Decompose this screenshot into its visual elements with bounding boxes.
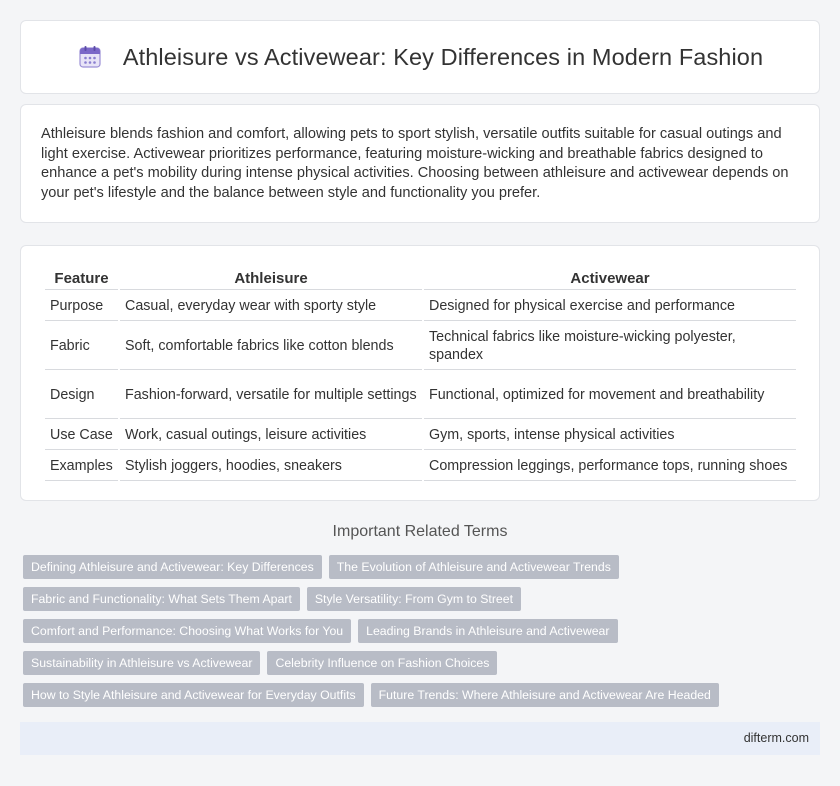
header-activewear: Activewear — [424, 268, 796, 290]
header-card: Athleisure vs Activewear: Key Difference… — [20, 20, 820, 94]
cell-athleisure: Work, casual outings, leisure activities — [120, 421, 422, 450]
related-term-tag[interactable]: Fabric and Functionality: What Sets Them… — [23, 587, 300, 611]
header-athleisure: Athleisure — [120, 268, 422, 290]
tag-row: Defining Athleisure and Activewear: Key … — [23, 555, 823, 579]
table-row: Use Case Work, casual outings, leisure a… — [45, 421, 796, 450]
cell-feature: Use Case — [45, 421, 118, 450]
footer-site-link[interactable]: difterm.com — [744, 731, 809, 745]
intro-paragraph: Athleisure blends fashion and comfort, a… — [41, 126, 789, 201]
cell-feature: Examples — [45, 452, 118, 481]
related-term-tag[interactable]: Sustainability in Athleisure vs Activewe… — [23, 651, 261, 675]
cell-athleisure: Soft, comfortable fabrics like cotton bl… — [120, 323, 422, 370]
table-row: Purpose Casual, everyday wear with sport… — [45, 292, 796, 321]
cell-feature: Fabric — [45, 323, 118, 370]
table-row: Design Fashion-forward, versatile for mu… — [45, 372, 796, 419]
tag-row: Comfort and Performance: Choosing What W… — [23, 619, 823, 643]
related-term-tag[interactable]: Comfort and Performance: Choosing What W… — [23, 619, 352, 643]
table-row: Examples Stylish joggers, hoodies, sneak… — [45, 452, 796, 481]
tag-row: Sustainability in Athleisure vs Activewe… — [23, 651, 823, 675]
related-term-tag[interactable]: Defining Athleisure and Activewear: Key … — [23, 555, 322, 579]
footer: difterm.com — [20, 722, 820, 755]
header-feature: Feature — [45, 268, 118, 290]
related-term-tag[interactable]: Leading Brands in Athleisure and Activew… — [358, 619, 618, 643]
tag-row: How to Style Athleisure and Activewear f… — [23, 683, 823, 707]
related-term-tag[interactable]: Future Trends: Where Athleisure and Acti… — [370, 683, 719, 707]
related-term-tag[interactable]: Style Versatility: From Gym to Street — [306, 587, 522, 611]
table-row: Fabric Soft, comfortable fabrics like co… — [45, 323, 796, 370]
related-term-tag[interactable]: Celebrity Influence on Fashion Choices — [267, 651, 498, 675]
intro-card: Athleisure blends fashion and comfort, a… — [20, 104, 820, 223]
cell-feature: Design — [45, 372, 118, 419]
cell-activewear: Compression leggings, performance tops, … — [424, 452, 796, 481]
related-term-tag[interactable]: The Evolution of Athleisure and Activewe… — [328, 555, 619, 579]
cell-feature: Purpose — [45, 292, 118, 321]
cell-activewear: Functional, optimized for movement and b… — [424, 372, 796, 419]
cell-activewear: Technical fabrics like moisture-wicking … — [424, 323, 796, 370]
related-terms-title: Important Related Terms — [332, 523, 508, 540]
calendar-icon — [77, 44, 103, 70]
cell-athleisure: Casual, everyday wear with sporty style — [120, 292, 422, 321]
related-terms-list: Defining Athleisure and Activewear: Key … — [23, 555, 823, 715]
comparison-table: Feature Athleisure Activewear Purpose Ca… — [43, 266, 798, 483]
cell-activewear: Designed for physical exercise and perfo… — [424, 292, 796, 321]
cell-athleisure: Stylish joggers, hoodies, sneakers — [120, 452, 422, 481]
tag-row: Fabric and Functionality: What Sets Them… — [23, 587, 823, 611]
page-title: Athleisure vs Activewear: Key Difference… — [122, 43, 764, 70]
table-header-row: Feature Athleisure Activewear — [45, 268, 796, 290]
cell-activewear: Gym, sports, intense physical activities — [424, 421, 796, 450]
comparison-table-card: Feature Athleisure Activewear Purpose Ca… — [20, 245, 820, 501]
cell-athleisure: Fashion-forward, versatile for multiple … — [120, 372, 422, 419]
related-term-tag[interactable]: How to Style Athleisure and Activewear f… — [23, 683, 364, 707]
